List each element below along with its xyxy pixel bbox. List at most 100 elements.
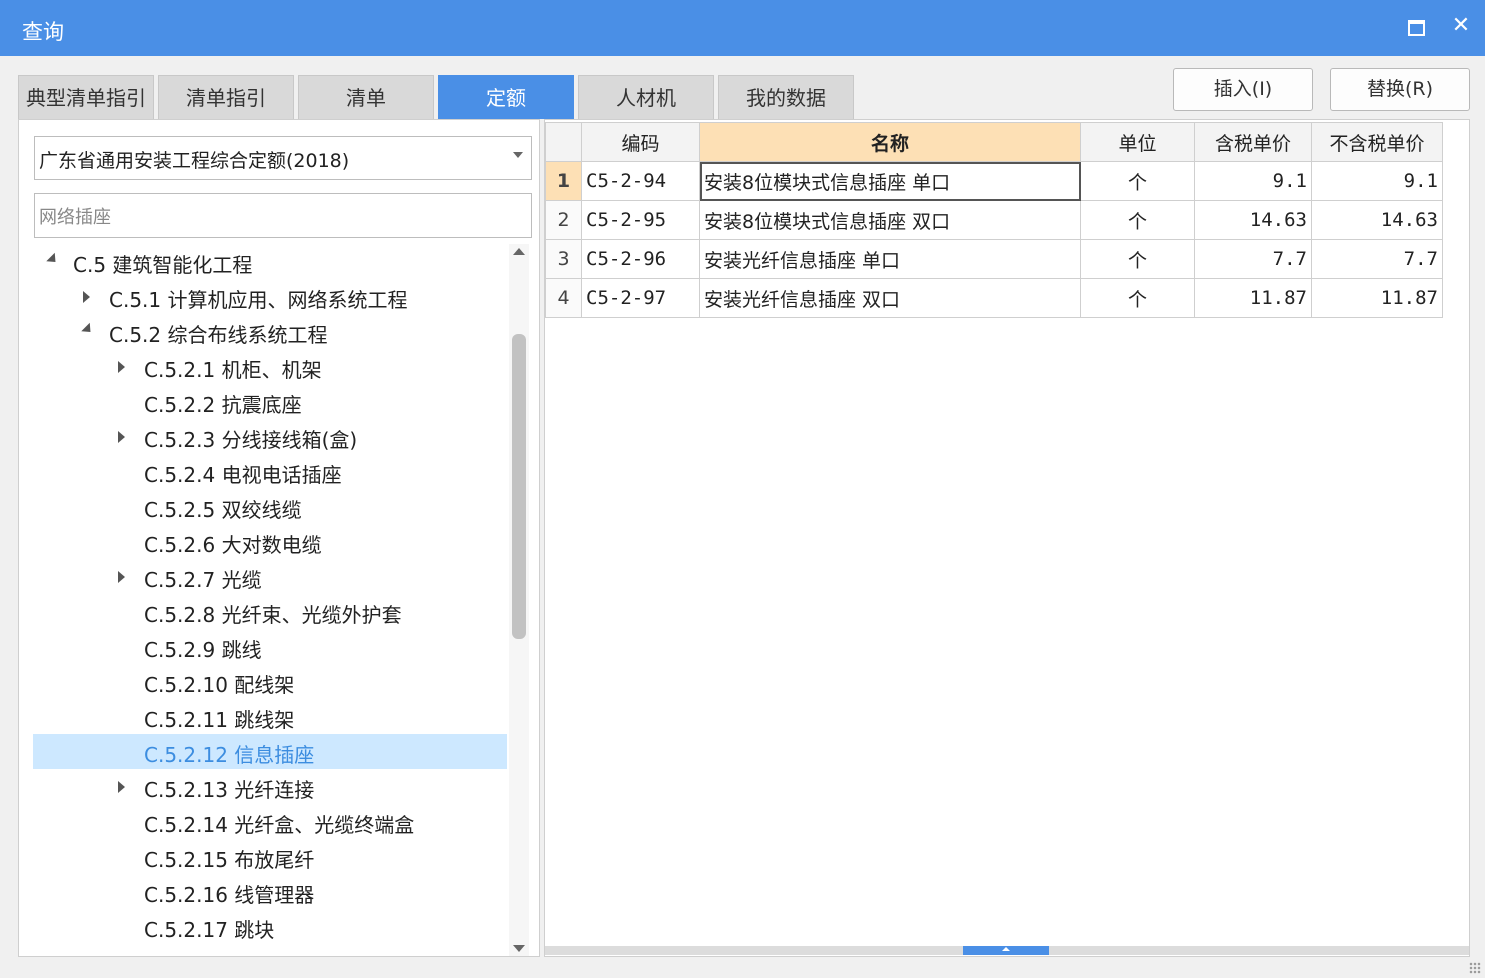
code-cell[interactable]: C5-2-96 [581, 239, 700, 279]
table-row[interactable]: 2 C5-2-95 安装8位模块式信息插座 双口 个 14.63 14.63 [545, 200, 1443, 240]
tab-list-guide[interactable]: 清单指引 [158, 75, 294, 119]
table-row[interactable]: 4 C5-2-97 安装光纤信息插座 双口 个 11.87 11.87 [545, 278, 1443, 318]
quota-table: 编码 名称 单位 含税单价 不含税单价 1 C5-2-94 安装8位模块式信息插… [545, 122, 1443, 318]
tree-node[interactable]: C.5.2.6 大对数电缆 [33, 524, 507, 559]
tree-node[interactable]: C.5.2.17 跳块 [33, 909, 507, 944]
tree-node-label: C.5.2.10 配线架 [144, 673, 295, 697]
tab-typical-list-guide[interactable]: 典型清单指引 [18, 75, 154, 119]
splitter-handle[interactable] [963, 946, 1049, 955]
search-input[interactable] [34, 193, 532, 238]
tree-node[interactable]: C.5.2.2 抗震底座 [33, 384, 507, 419]
table-row[interactable]: 1 C5-2-94 安装8位模块式信息插座 单口 个 9.1 9.1 [545, 161, 1443, 201]
quota-results-panel: 编码 名称 单位 含税单价 不含税单价 1 C5-2-94 安装8位模块式信息插… [544, 119, 1470, 957]
price-with-tax-cell[interactable]: 11.87 [1194, 278, 1312, 318]
tree-node-label: C.5.2.13 光纤连接 [144, 778, 315, 802]
category-panel: 广东省通用安装工程综合定额(2018) C.5 建筑智能化工程 C.5.1 计算… [18, 119, 540, 957]
tree-node-label: C.5.2.7 光缆 [144, 568, 262, 592]
price-without-tax-cell[interactable]: 11.87 [1311, 278, 1443, 318]
row-number[interactable]: 3 [545, 239, 582, 279]
expand-arrow-icon[interactable] [118, 361, 125, 373]
tree-node[interactable]: C.5.2.9 跳线 [33, 629, 507, 664]
unit-cell[interactable]: 个 [1080, 278, 1195, 318]
column-header-name[interactable]: 名称 [699, 122, 1081, 162]
expand-arrow-icon[interactable] [118, 431, 125, 443]
tab-quota[interactable]: 定额 [438, 75, 574, 119]
row-number[interactable]: 2 [545, 200, 582, 240]
tree-node[interactable]: C.5.2.13 光纤连接 [33, 769, 507, 804]
resize-grip-icon[interactable] [1469, 962, 1481, 974]
code-cell[interactable]: C5-2-94 [581, 161, 700, 201]
tree-node[interactable]: C.5 建筑智能化工程 [33, 244, 507, 279]
close-icon[interactable]: ✕ [1449, 14, 1473, 38]
tree-node[interactable]: C.5.2 综合布线系统工程 [33, 314, 507, 349]
column-header-unit[interactable]: 单位 [1080, 122, 1195, 162]
tree-node-label: C.5.2.1 机柜、机架 [144, 358, 322, 382]
price-without-tax-cell[interactable]: 9.1 [1311, 161, 1443, 201]
unit-cell[interactable]: 个 [1080, 200, 1195, 240]
tree-node-label: C.5.2.5 双绞线缆 [144, 498, 302, 522]
price-with-tax-cell[interactable]: 7.7 [1194, 239, 1312, 279]
tab-labor-material-machine[interactable]: 人材机 [578, 75, 714, 119]
insert-button[interactable]: 插入(I) [1173, 68, 1313, 111]
scroll-down-arrow-icon[interactable] [513, 945, 525, 952]
name-cell[interactable]: 安装8位模块式信息插座 单口 [699, 161, 1081, 201]
unit-cell[interactable]: 个 [1080, 161, 1195, 201]
scrollbar-thumb[interactable] [512, 334, 526, 639]
expand-arrow-icon[interactable] [118, 781, 125, 793]
tree-node[interactable]: C.5.2.16 线管理器 [33, 874, 507, 909]
replace-button[interactable]: 替换(R) [1330, 68, 1470, 111]
category-tree: C.5 建筑智能化工程 C.5.1 计算机应用、网络系统工程 C.5.2 综合布… [19, 244, 507, 956]
price-without-tax-cell[interactable]: 14.63 [1311, 200, 1443, 240]
scroll-up-arrow-icon[interactable] [513, 248, 525, 255]
tree-node-selected[interactable]: C.5.2.12 信息插座 [33, 734, 507, 769]
maximize-icon[interactable] [1404, 14, 1428, 38]
tree-node[interactable]: C.5.2.5 双绞线缆 [33, 489, 507, 524]
row-number[interactable]: 4 [545, 278, 582, 318]
unit-cell[interactable]: 个 [1080, 239, 1195, 279]
tree-node-label: C.5.2 综合布线系统工程 [109, 323, 328, 347]
expand-arrow-icon[interactable] [46, 252, 60, 267]
code-cell[interactable]: C5-2-97 [581, 278, 700, 318]
name-cell[interactable]: 安装光纤信息插座 单口 [699, 239, 1081, 279]
tree-node-label: C.5.2.8 光纤束、光缆外护套 [144, 603, 402, 627]
tree-node-label: C.5.2.15 布放尾纤 [144, 848, 315, 872]
quota-library-select[interactable]: 广东省通用安装工程综合定额(2018) [34, 136, 532, 180]
tree-node-label: C.5.2.6 大对数电缆 [144, 533, 322, 557]
tree-scrollbar[interactable] [509, 244, 529, 956]
tree-node[interactable]: C.5.2.7 光缆 [33, 559, 507, 594]
horizontal-scrollbar[interactable] [545, 946, 1469, 955]
tree-node[interactable]: C.5.2.10 配线架 [33, 664, 507, 699]
row-number-header [545, 122, 582, 162]
name-cell[interactable]: 安装光纤信息插座 双口 [699, 278, 1081, 318]
tree-node[interactable]: C.5.2.11 跳线架 [33, 699, 507, 734]
tree-node[interactable]: C.5.1 计算机应用、网络系统工程 [33, 279, 507, 314]
chevron-down-icon[interactable] [513, 152, 523, 158]
tree-node[interactable]: C.5.2.1 机柜、机架 [33, 349, 507, 384]
tree-node-label: C.5.2.14 光纤盒、光缆终端盒 [144, 813, 415, 837]
tree-node[interactable]: C.5.2.14 光纤盒、光缆终端盒 [33, 804, 507, 839]
tree-node-label: C.5.2.17 跳块 [144, 918, 275, 942]
price-with-tax-cell[interactable]: 9.1 [1194, 161, 1312, 201]
title-bar: 查询 ✕ [0, 0, 1485, 56]
price-without-tax-cell[interactable]: 7.7 [1311, 239, 1443, 279]
table-row[interactable]: 3 C5-2-96 安装光纤信息插座 单口 个 7.7 7.7 [545, 239, 1443, 279]
price-with-tax-cell[interactable]: 14.63 [1194, 200, 1312, 240]
expand-arrow-icon[interactable] [81, 322, 95, 337]
name-cell[interactable]: 安装8位模块式信息插座 双口 [699, 200, 1081, 240]
column-header-price-with-tax[interactable]: 含税单价 [1194, 122, 1312, 162]
tree-node[interactable]: C.5.2.8 光纤束、光缆外护套 [33, 594, 507, 629]
column-header-code[interactable]: 编码 [581, 122, 700, 162]
tree-node-label: C.5.2.12 信息插座 [144, 743, 315, 767]
tree-node[interactable]: C.5.2.4 电视电话插座 [33, 454, 507, 489]
tab-my-data[interactable]: 我的数据 [718, 75, 854, 119]
row-number[interactable]: 1 [545, 161, 582, 201]
tree-node-label: C.5.1 计算机应用、网络系统工程 [109, 288, 408, 312]
expand-arrow-icon[interactable] [83, 291, 90, 303]
tree-node[interactable]: C.5.2.15 布放尾纤 [33, 839, 507, 874]
tree-node[interactable]: C.5.2.3 分线接线箱(盒) [33, 419, 507, 454]
tree-node-label: C.5.2.9 跳线 [144, 638, 262, 662]
tab-list[interactable]: 清单 [298, 75, 434, 119]
column-header-price-without-tax[interactable]: 不含税单价 [1311, 122, 1443, 162]
code-cell[interactable]: C5-2-95 [581, 200, 700, 240]
expand-arrow-icon[interactable] [118, 571, 125, 583]
